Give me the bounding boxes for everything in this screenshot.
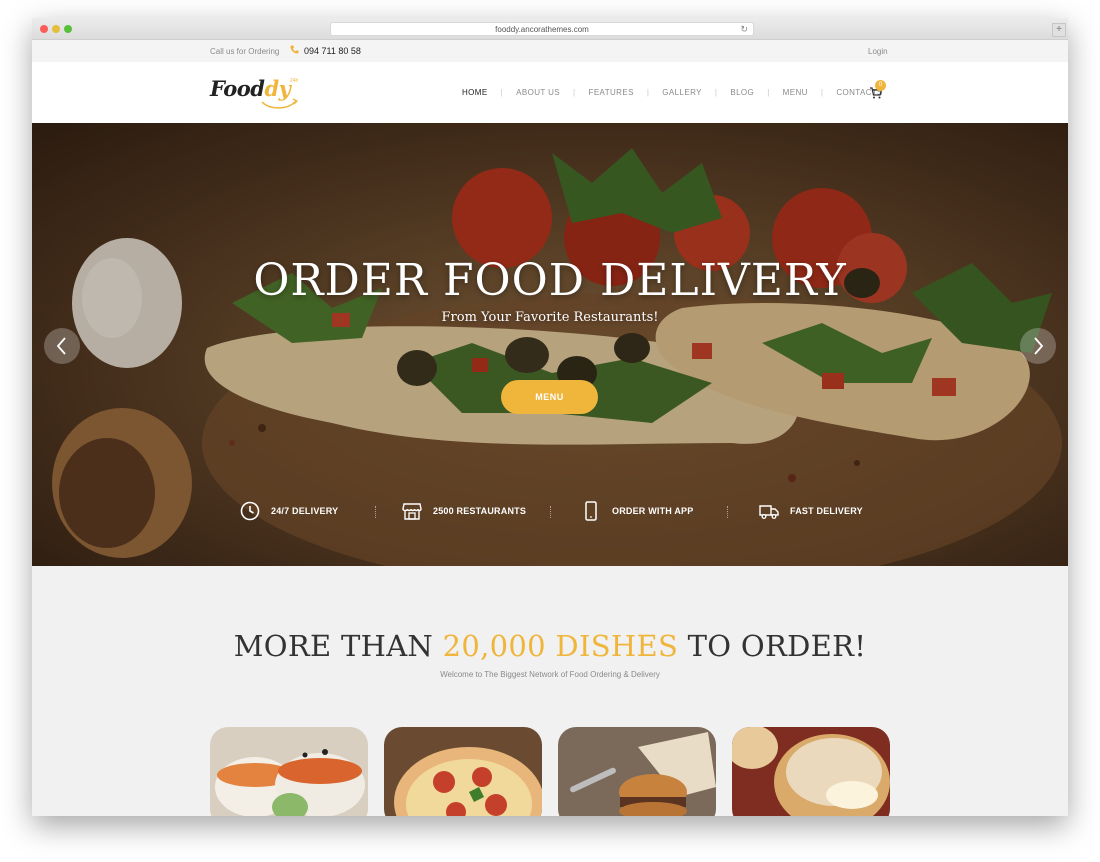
feature-label: 2500 RESTAURANTS xyxy=(433,506,527,516)
dish-card-sushi[interactable] xyxy=(210,727,368,816)
dish-card-burger[interactable] xyxy=(558,727,716,816)
nav-home[interactable]: HOME xyxy=(462,88,488,97)
nav-separator: | xyxy=(500,88,504,97)
chevron-right-icon xyxy=(1034,337,1044,355)
feature-label: 24/7 DELIVERY xyxy=(271,506,339,516)
dish-card-cream-puff[interactable] xyxy=(732,727,890,816)
phone-number[interactable]: 094 711 80 58 xyxy=(304,46,361,56)
nav-separator: | xyxy=(820,88,824,97)
address-url: fooddy.ancorathemes.com xyxy=(495,25,589,34)
feature-restaurants: 2500 RESTAURANTS xyxy=(401,498,526,524)
address-bar[interactable]: fooddy.ancorathemes.com ↻ xyxy=(330,22,754,36)
feature-app: ORDER WITH APP xyxy=(580,498,693,524)
clock-icon xyxy=(240,501,260,521)
reload-icon[interactable]: ↻ xyxy=(740,23,748,36)
feature-separator xyxy=(375,506,376,518)
maximize-window-button[interactable] xyxy=(64,25,72,33)
dish-card-pizza[interactable] xyxy=(384,727,542,816)
store-icon xyxy=(402,503,422,520)
cart-count-badge: 0 xyxy=(875,80,886,91)
slider-prev-button[interactable] xyxy=(44,328,80,364)
burger-image xyxy=(558,727,716,816)
nav-blog[interactable]: BLOG xyxy=(730,88,754,97)
chevron-left-icon xyxy=(56,337,66,355)
close-window-button[interactable] xyxy=(40,25,48,33)
section-title: MORE THAN 20,000 DISHES TO ORDER! xyxy=(32,629,1068,663)
browser-titlebar: fooddy.ancorathemes.com ↻ + xyxy=(32,18,1068,40)
section-title-highlight: 20,000 DISHES xyxy=(442,629,679,663)
pizza-image xyxy=(384,727,542,816)
hero-slider: ORDER FOOD DELIVERY From Your Favorite R… xyxy=(32,123,1068,566)
truck-icon xyxy=(759,505,779,519)
nav-about-us[interactable]: ABOUT US xyxy=(516,88,560,97)
cream-puff-image xyxy=(732,727,890,816)
site-logo[interactable]: Fooddy 24h xyxy=(210,76,298,112)
minimize-window-button[interactable] xyxy=(52,25,60,33)
login-link[interactable]: Login xyxy=(868,47,888,56)
hero-menu-button[interactable]: MENU xyxy=(501,380,598,414)
dishes-section: MORE THAN 20,000 DISHES TO ORDER! Welcom… xyxy=(32,566,1068,816)
hero-subtitle: From Your Favorite Restaurants! xyxy=(441,310,659,325)
main-nav: HOME | ABOUT US | FEATURES | GALLERY | B… xyxy=(462,88,883,97)
nav-separator: | xyxy=(714,88,718,97)
feature-separator xyxy=(727,506,728,518)
feature-delivery-247: 24/7 DELIVERY xyxy=(239,498,338,524)
new-tab-button[interactable]: + xyxy=(1052,23,1066,37)
feature-fast-delivery: FAST DELIVERY xyxy=(758,498,863,524)
nav-gallery[interactable]: GALLERY xyxy=(662,88,702,97)
nav-separator: | xyxy=(573,88,576,97)
nav-menu[interactable]: MENU xyxy=(783,88,808,97)
nav-separator: | xyxy=(767,88,770,97)
phone-icon xyxy=(585,501,597,521)
feature-label: ORDER WITH APP xyxy=(612,506,694,516)
slider-next-button[interactable] xyxy=(1020,328,1056,364)
browser-window: fooddy.ancorathemes.com ↻ + Call us for … xyxy=(32,18,1068,816)
section-title-pre: MORE THAN xyxy=(233,629,443,663)
feature-label: FAST DELIVERY xyxy=(790,506,863,516)
logo-badge: 24h xyxy=(290,78,299,84)
logo-swoosh-icon xyxy=(261,98,299,109)
nav-separator: | xyxy=(646,88,650,97)
phone-icon xyxy=(290,45,299,57)
nav-features[interactable]: FEATURES xyxy=(589,88,634,97)
site-header: Fooddy 24h HOME | ABOUT US | FEATURES | … xyxy=(32,62,1068,123)
hero-title: ORDER FOOD DELIVERY xyxy=(253,255,847,306)
call-label: Call us for Ordering xyxy=(210,47,280,56)
sushi-image xyxy=(210,727,368,816)
top-info-bar: Call us for Ordering 094 711 80 58 Login xyxy=(32,40,1068,62)
logo-text-food: Food xyxy=(210,76,265,101)
hero-features: 24/7 DELIVERY 2500 RESTAURANTS ORDER WIT… xyxy=(32,498,1068,524)
section-subtitle: Welcome to The Biggest Network of Food O… xyxy=(440,670,660,679)
section-title-post: TO ORDER! xyxy=(678,629,867,663)
feature-separator xyxy=(550,506,551,518)
